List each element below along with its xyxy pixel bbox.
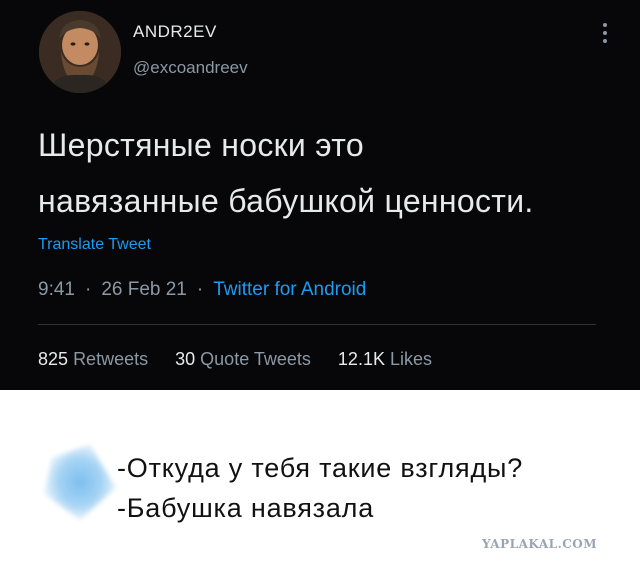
divider xyxy=(38,324,596,325)
vertical-ellipsis-icon[interactable] xyxy=(600,20,610,46)
separator-dot: · xyxy=(196,279,204,300)
likes-stat[interactable]: 12.1K Likes xyxy=(338,349,432,369)
blue-diamond-icon xyxy=(44,444,116,520)
tweet-source-link[interactable]: Twitter for Android xyxy=(213,279,366,300)
tweet-text: Шерстяные носки это навязанные бабушкой … xyxy=(38,117,628,229)
quote-tweets-count: 30 xyxy=(175,349,196,369)
tweet-text-line: навязанные бабушкой ценности. xyxy=(38,183,534,219)
tweet-date[interactable]: 26 Feb 21 xyxy=(101,279,187,300)
quote-tweets-stat[interactable]: 30 Quote Tweets xyxy=(175,349,311,369)
tweet-text-line: Шерстяные носки это xyxy=(38,127,364,163)
quote-tweets-label: Quote Tweets xyxy=(200,349,311,369)
caption-text: -Откуда у тебя такие взгляды? -Бабушка н… xyxy=(117,448,523,528)
translate-tweet-link[interactable]: Translate Tweet xyxy=(38,236,151,254)
watermark: YAPLAKAL.COM xyxy=(482,537,598,551)
author-handle[interactable]: @excoandreev xyxy=(133,58,248,78)
bearded-man-avatar-icon xyxy=(39,11,121,93)
author-avatar[interactable] xyxy=(39,11,121,93)
likes-count: 12.1K xyxy=(337,349,385,369)
separator-dot: · xyxy=(84,279,92,300)
caption-line: -Бабушка навязала xyxy=(117,493,375,523)
author-name[interactable]: ANDR2EV xyxy=(133,22,217,42)
tweet-stats: 825 Retweets 30 Quote Tweets 12.1K Likes xyxy=(38,349,454,370)
tweet-metadata: 9:41 · 26 Feb 21 · Twitter for Android xyxy=(38,279,366,301)
tweet-time: 9:41 xyxy=(38,279,75,300)
retweets-stat[interactable]: 825 Retweets xyxy=(38,349,148,369)
tweet-card: ANDR2EV @excoandreev Шерстяные носки это… xyxy=(0,0,640,390)
retweets-count: 825 xyxy=(38,349,69,369)
likes-label: Likes xyxy=(389,349,433,369)
retweets-label: Retweets xyxy=(73,349,149,369)
caption-line: -Откуда у тебя такие взгляды? xyxy=(117,453,524,483)
